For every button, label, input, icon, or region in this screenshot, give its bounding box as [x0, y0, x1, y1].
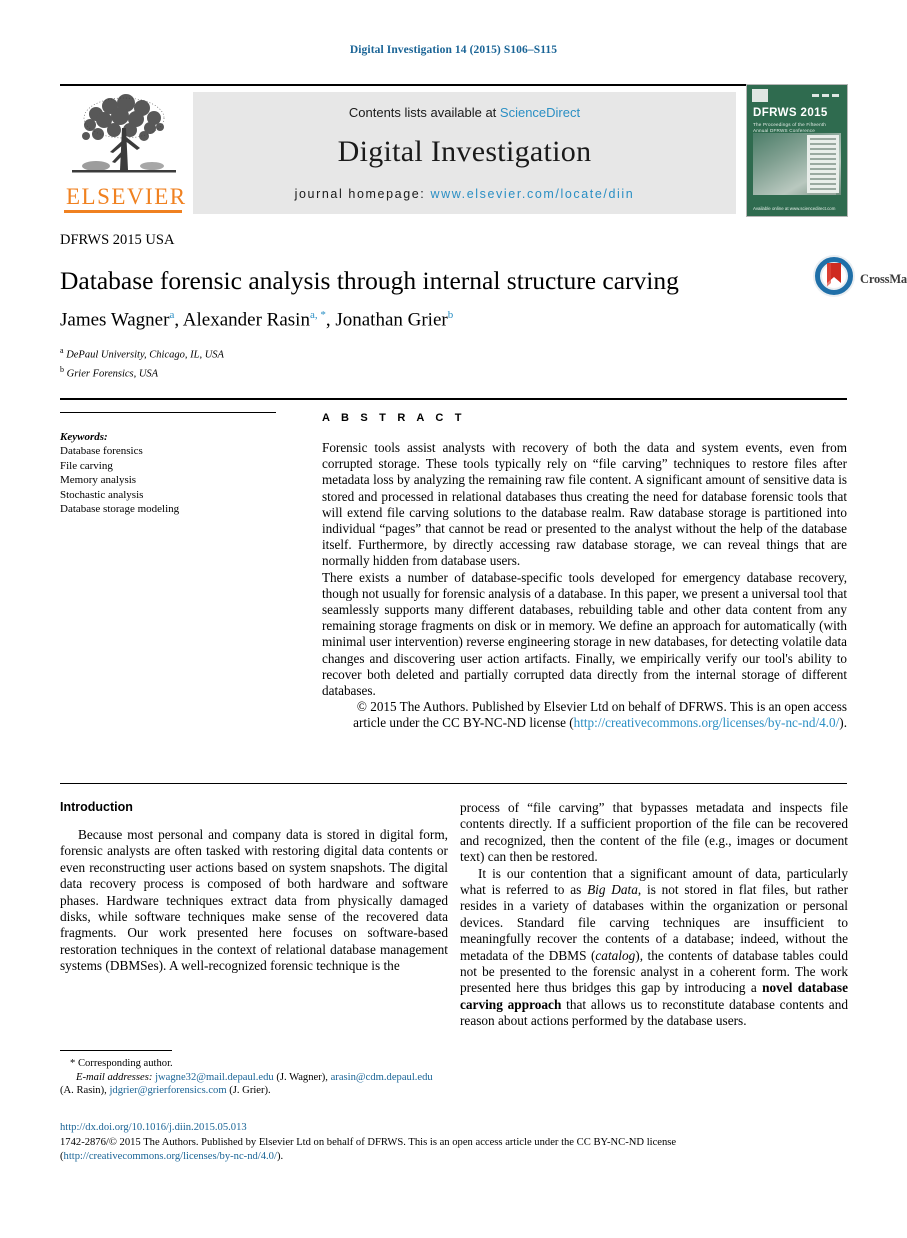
- abstract-bottom-rule: [60, 783, 847, 784]
- crossmark-badge[interactable]: CrossMark: [812, 254, 907, 300]
- email-link[interactable]: arasin@cdm.depaul.edu: [331, 1072, 433, 1083]
- journal-title: Digital Investigation: [337, 135, 592, 168]
- email-addresses-note: E-mail addresses: jwagne32@mail.depaul.e…: [60, 1071, 448, 1098]
- elsevier-wordmark: ELSEVIER: [66, 184, 187, 209]
- author-name: Jonathan Grier: [335, 309, 448, 331]
- emphasis-catalog: catalog: [595, 947, 636, 963]
- emphasis-big-data: Big Data: [587, 882, 638, 898]
- tree-svg: [72, 94, 176, 173]
- journal-homepage-link[interactable]: www.elsevier.com/locate/diin: [430, 187, 634, 201]
- keywords-block: Keywords: Database forensics File carvin…: [60, 412, 276, 517]
- cover-footer-text: Available online at www.sciencedirect.co…: [753, 206, 836, 211]
- homepage-prefix: journal homepage:: [294, 187, 431, 201]
- abstract-heading: A B S T R A C T: [322, 412, 466, 424]
- keyword-item: Stochastic analysis: [60, 488, 144, 501]
- author-list: James Wagnera, Alexander Rasina, *, Jona…: [60, 309, 454, 331]
- email-person: (J. Grier).: [229, 1085, 271, 1097]
- copyright-suffix: ).: [839, 715, 847, 731]
- keyword-item: Memory analysis: [60, 474, 137, 486]
- affiliation-text: DePaul University, Chicago, IL, USA: [66, 349, 224, 361]
- elsevier-logo: ELSEVIER: [62, 92, 186, 214]
- cover-photo: [753, 133, 841, 195]
- body-paragraph: process of “file carving” that bypasses …: [460, 800, 848, 865]
- license-link[interactable]: http://creativecommons.org/licenses/by-n…: [64, 1151, 277, 1162]
- body-paragraph: Because most personal and company data i…: [60, 827, 448, 974]
- author-name: James Wagner: [60, 309, 170, 331]
- author-affil-mark: a: [169, 309, 175, 321]
- keyword-item: Database forensics: [60, 445, 143, 457]
- footnote-rule: [60, 1050, 172, 1051]
- introduction-heading: Introduction: [60, 800, 133, 814]
- email-link[interactable]: jwagne32@mail.depaul.edu: [155, 1072, 274, 1083]
- email-person: (J. Wagner),: [276, 1071, 328, 1083]
- crossmark-label: CrossMark: [860, 272, 907, 286]
- cover-dashes: [812, 94, 842, 97]
- corresponding-author-note: * Corresponding author.: [70, 1058, 173, 1069]
- author-affil-mark: b: [447, 309, 454, 321]
- keywords-rule: [60, 412, 276, 413]
- sciencedirect-link[interactable]: ScienceDirect: [500, 105, 580, 120]
- issn-suffix: ).: [276, 1150, 284, 1162]
- keyword-item: Database storage modeling: [60, 503, 180, 515]
- affiliation-text: Grier Forensics, USA: [66, 368, 159, 380]
- affiliation-mark: a: [60, 346, 64, 356]
- masthead-top-rule: [60, 84, 847, 86]
- affiliation-item: a DePaul University, Chicago, IL, USA: [60, 344, 847, 363]
- doi-link[interactable]: http://dx.doi.org/10.1016/j.diin.2015.05…: [60, 1122, 847, 1133]
- journal-band: Contents lists available at ScienceDirec…: [193, 92, 736, 214]
- running-head: Digital Investigation 14 (2015) S106–S11…: [349, 44, 558, 56]
- issn-copyright-line: 1742-2876/© 2015 The Authors. Published …: [60, 1136, 847, 1163]
- journal-masthead: ELSEVIER Contents lists available at Sci…: [60, 84, 848, 220]
- journal-cover-thumbnail[interactable]: DFRWS 2015 The Proceedings of the Fiftee…: [746, 84, 848, 217]
- keyword-item: File carving: [60, 459, 113, 472]
- contents-prefix: Contents lists available at: [348, 105, 500, 120]
- article-header: DFRWS 2015 USA Database forensic analysi…: [60, 232, 907, 381]
- affiliation-mark: b: [60, 364, 64, 374]
- contents-available-line: Contents lists available at ScienceDirec…: [193, 105, 736, 120]
- article-page: Digital Investigation 14 (2015) S106–S11…: [0, 0, 907, 1238]
- affiliation-item: b Grier Forensics, USA: [60, 363, 847, 382]
- author-name: Alexander Rasin: [182, 309, 310, 331]
- body-paragraph: It is our contention that a significant …: [460, 866, 848, 1030]
- crossmark-icon: [813, 255, 855, 297]
- email-label: E-mail addresses:: [76, 1071, 153, 1083]
- body-column-right: process of “file carving” that bypasses …: [460, 800, 848, 1030]
- cover-photo-document: [807, 135, 839, 195]
- abstract-top-rule: [60, 398, 847, 400]
- abstract-paragraph: Forensic tools assist analysts with reco…: [322, 440, 847, 569]
- article-title: Database forensic analysis through inter…: [60, 266, 679, 295]
- page-footer: http://dx.doi.org/10.1016/j.diin.2015.05…: [60, 1122, 847, 1163]
- footnote-block: * Corresponding author. E-mail addresses…: [60, 1050, 448, 1098]
- cover-publisher-mark: [752, 89, 768, 102]
- license-link[interactable]: http://creativecommons.org/licenses/by-n…: [574, 715, 840, 730]
- affiliation-list: a DePaul University, Chicago, IL, USA b …: [60, 344, 847, 381]
- abstract-copyright: © 2015 The Authors. Published by Elsevie…: [322, 699, 847, 731]
- elsevier-underline: [64, 210, 182, 213]
- elsevier-tree-icon: [62, 92, 186, 188]
- journal-homepage-line: journal homepage: www.elsevier.com/locat…: [193, 187, 736, 201]
- keywords-heading: Keywords:: [60, 431, 108, 443]
- author-affil-mark: a, *: [309, 309, 326, 321]
- abstract-block: A B S T R A C T Forensic tools assist an…: [322, 412, 847, 732]
- abstract-paragraph: There exists a number of database-specif…: [322, 569, 847, 699]
- email-person: (A. Rasin),: [60, 1085, 107, 1097]
- email-link[interactable]: jdgrier@grierforensics.com: [109, 1085, 226, 1096]
- conference-label: DFRWS 2015 USA: [60, 232, 175, 248]
- body-column-left: Introduction Because most personal and c…: [60, 800, 448, 975]
- cover-title: DFRWS 2015: [753, 107, 828, 119]
